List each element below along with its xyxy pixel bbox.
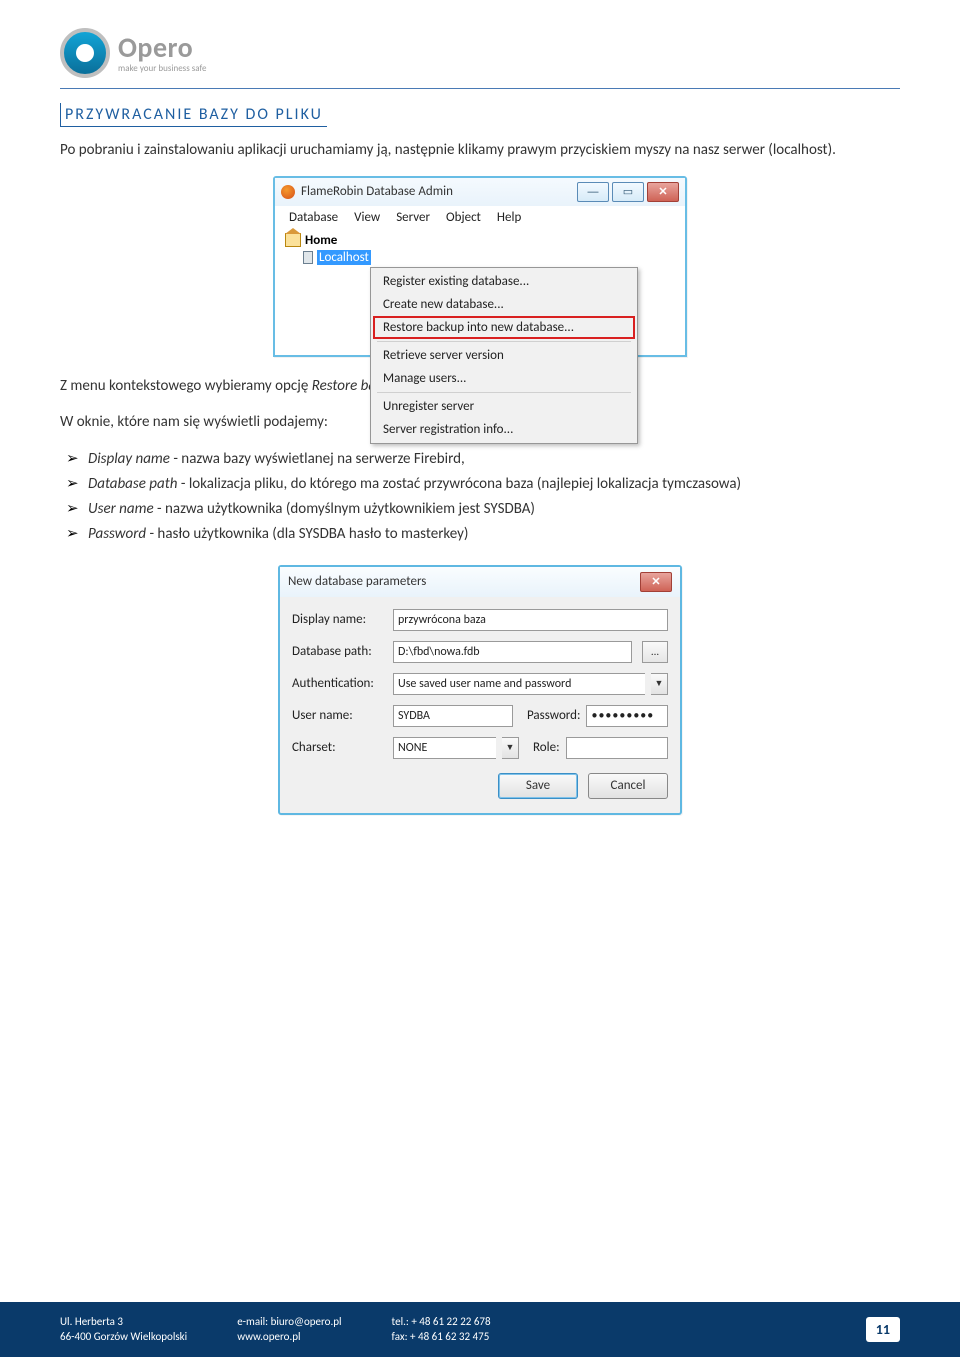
close-button[interactable]: ✕ xyxy=(647,182,679,202)
logo: Opero make your business safe xyxy=(60,28,900,78)
footer-email: e-mail: biuro@opero.pl xyxy=(237,1315,341,1330)
flamerobin-window: FlameRobin Database Admin — ▭ ✕ Database… xyxy=(273,176,687,357)
window-title: FlameRobin Database Admin xyxy=(301,184,577,199)
ctx-registration-info[interactable]: Server registration info... xyxy=(373,418,635,441)
input-display-name[interactable]: przywrócona baza xyxy=(393,609,668,631)
chevron-down-icon[interactable]: ▼ xyxy=(651,673,668,695)
label-auth: Authentication: xyxy=(292,676,387,691)
logo-brand: Opero xyxy=(118,34,207,62)
minimize-button[interactable]: — xyxy=(577,182,609,202)
label-charset: Charset: xyxy=(292,740,387,755)
label-user: User name: xyxy=(292,708,387,723)
input-password[interactable]: ••••••••• xyxy=(586,705,668,727)
label-db-path: Database path: xyxy=(292,644,387,659)
save-button[interactable]: Save xyxy=(498,773,578,799)
ctx-create-db[interactable]: Create new database... xyxy=(373,293,635,316)
footer-fax: fax: + 48 61 62 32 475 xyxy=(392,1330,491,1345)
input-role[interactable] xyxy=(566,737,668,759)
dialog-title: New database parameters xyxy=(288,574,640,589)
menu-view[interactable]: View xyxy=(348,209,386,226)
list-item: Display name - nazwa bazy wyświetlanej n… xyxy=(88,448,900,471)
page-number: 11 xyxy=(866,1317,900,1342)
menu-database[interactable]: Database xyxy=(283,209,344,226)
list-item: Password - hasło użytkownika (dla SYSDBA… xyxy=(88,523,900,546)
home-icon xyxy=(285,233,301,247)
menu-object[interactable]: Object xyxy=(440,209,487,226)
footer-tel: tel.: + 48 61 22 22 678 xyxy=(392,1315,491,1330)
app-icon xyxy=(281,185,295,199)
logo-tagline: make your business safe xyxy=(118,64,207,73)
intro-paragraph: Po pobraniu i zainstalowaniu aplikacji u… xyxy=(60,139,900,162)
footer-addr1: Ul. Herberta 3 xyxy=(60,1315,187,1330)
input-user[interactable]: SYDBA xyxy=(393,705,513,727)
ctx-server-version[interactable]: Retrieve server version xyxy=(373,344,635,367)
browse-button[interactable]: ... xyxy=(642,641,668,663)
select-charset[interactable]: NONE xyxy=(393,737,496,759)
footer-addr2: 66-400 Gorzów Wielkopolski xyxy=(60,1330,187,1345)
tree-view: Home Localhost Register existing databas… xyxy=(275,229,685,355)
new-db-dialog: New database parameters ✕ Display name: … xyxy=(278,565,682,815)
section-title: PRZYWRACANIE BAZY DO PLIKU xyxy=(60,103,327,127)
context-menu: Register existing database... Create new… xyxy=(370,267,638,444)
ctx-manage-users[interactable]: Manage users... xyxy=(373,367,635,390)
menubar: Database View Server Object Help xyxy=(275,206,685,229)
label-password: Password: xyxy=(527,708,580,723)
footer-www: www.opero.pl xyxy=(237,1330,341,1345)
list-item: User name - nazwa użytkownika (domyślnym… xyxy=(88,498,900,521)
cancel-button[interactable]: Cancel xyxy=(588,773,668,799)
tree-home[interactable]: Home xyxy=(285,233,675,248)
logo-icon xyxy=(60,28,110,78)
menu-server[interactable]: Server xyxy=(390,209,436,226)
divider xyxy=(60,88,900,89)
bullet-list: Display name - nazwa bazy wyświetlanej n… xyxy=(60,448,900,547)
chevron-down-icon[interactable]: ▼ xyxy=(502,737,519,759)
select-auth[interactable]: Use saved user name and password xyxy=(393,673,645,695)
dialog-titlebar: New database parameters ✕ xyxy=(280,567,680,597)
ctx-separator xyxy=(377,341,631,342)
page-footer: Ul. Herberta 3 66-400 Gorzów Wielkopolsk… xyxy=(0,1302,960,1357)
label-role: Role: xyxy=(533,740,560,755)
ctx-register-db[interactable]: Register existing database... xyxy=(373,270,635,293)
window-titlebar: FlameRobin Database Admin — ▭ ✕ xyxy=(275,178,685,206)
ctx-restore-backup[interactable]: Restore backup into new database... xyxy=(373,316,635,339)
list-item: Database path - lokalizacja pliku, do kt… xyxy=(88,473,900,496)
tree-localhost[interactable]: Localhost xyxy=(303,250,675,265)
maximize-button[interactable]: ▭ xyxy=(612,182,644,202)
server-icon xyxy=(303,251,313,264)
label-display-name: Display name: xyxy=(292,612,387,627)
close-button[interactable]: ✕ xyxy=(640,572,672,592)
input-db-path[interactable]: D:\fbd\nowa.fdb xyxy=(393,641,632,663)
menu-help[interactable]: Help xyxy=(491,209,527,226)
ctx-separator xyxy=(377,392,631,393)
ctx-unregister[interactable]: Unregister server xyxy=(373,395,635,418)
